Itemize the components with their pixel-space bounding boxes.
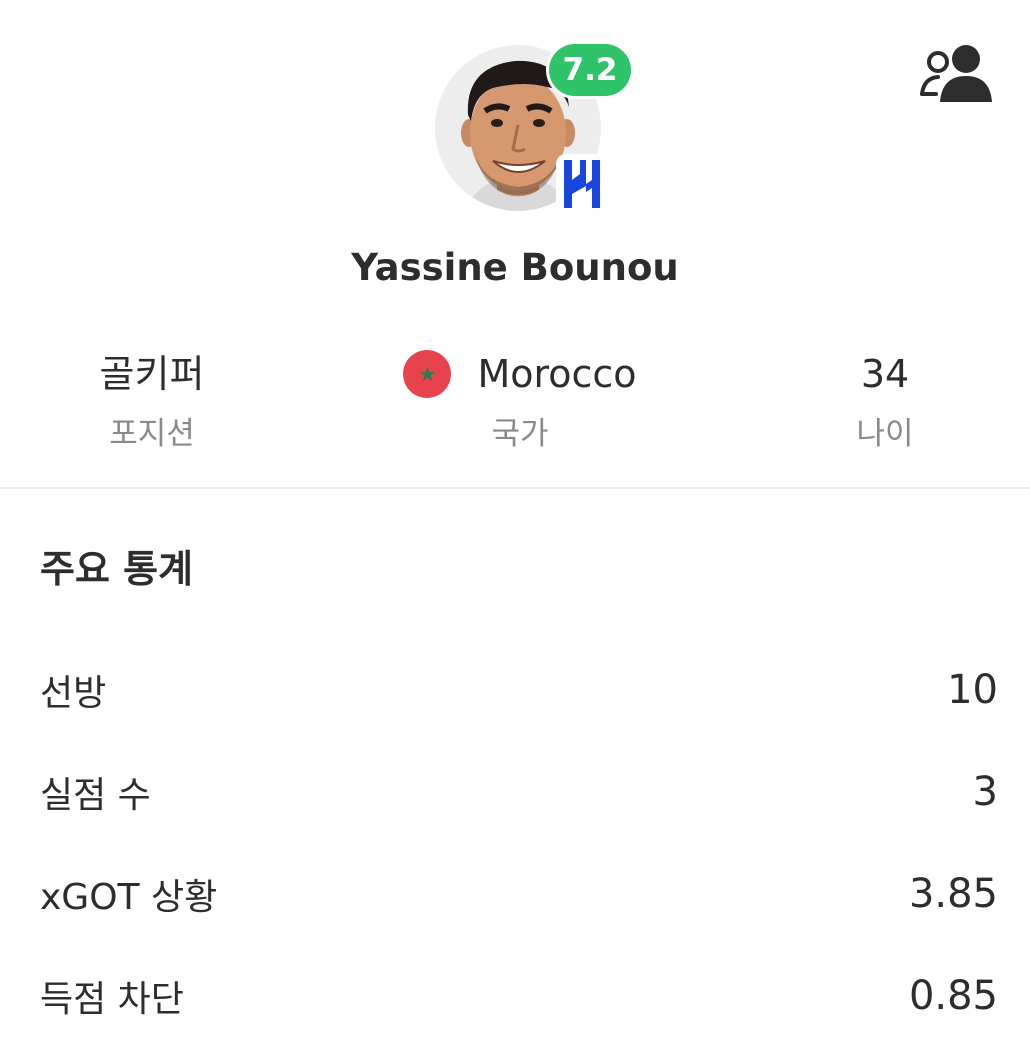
age-value: 34 (860, 352, 910, 396)
position-value: 골키퍼 (99, 352, 205, 396)
country-label: 국가 (491, 416, 549, 452)
section-divider (0, 487, 1030, 489)
stats-section-title: 주요 통계 (40, 547, 194, 591)
stat-value: 3 (972, 769, 998, 815)
morocco-flag-icon: ★ (403, 350, 452, 398)
stat-label: 실점 수 (40, 775, 151, 816)
info-age: 34 나이 (785, 348, 985, 456)
stat-row-goals-conceded: 실점 수 3 (40, 762, 998, 822)
info-position: 골키퍼 포지션 (52, 348, 252, 456)
position-label: 포지션 (109, 416, 195, 452)
stat-label: 득점 차단 (40, 979, 184, 1020)
stat-label: 선방 (40, 673, 107, 714)
people-icon[interactable] (918, 42, 994, 104)
player-header: 7.2 Yassine Bounou 골키퍼 포지션 ★ Morocco 국가 (0, 0, 1030, 488)
player-name: Yassine Bounou (351, 246, 679, 289)
stat-value: 3.85 (908, 871, 998, 917)
stat-value: 10 (947, 667, 998, 713)
stat-label: xGOT 상황 (40, 877, 218, 918)
player-rating-badge: 7.2 (549, 44, 631, 96)
stat-value: 0.85 (908, 973, 998, 1019)
stat-row-xgot-faced: xGOT 상황 3.85 (40, 864, 998, 924)
al-hilal-logo-icon[interactable] (556, 154, 608, 214)
country-value: Morocco (477, 352, 637, 396)
stat-row-goals-prevented: 득점 차단 0.85 (40, 966, 998, 1026)
stat-row-saves: 선방 10 (40, 660, 998, 720)
info-country: ★ Morocco 국가 (380, 348, 660, 456)
age-label: 나이 (856, 416, 914, 452)
